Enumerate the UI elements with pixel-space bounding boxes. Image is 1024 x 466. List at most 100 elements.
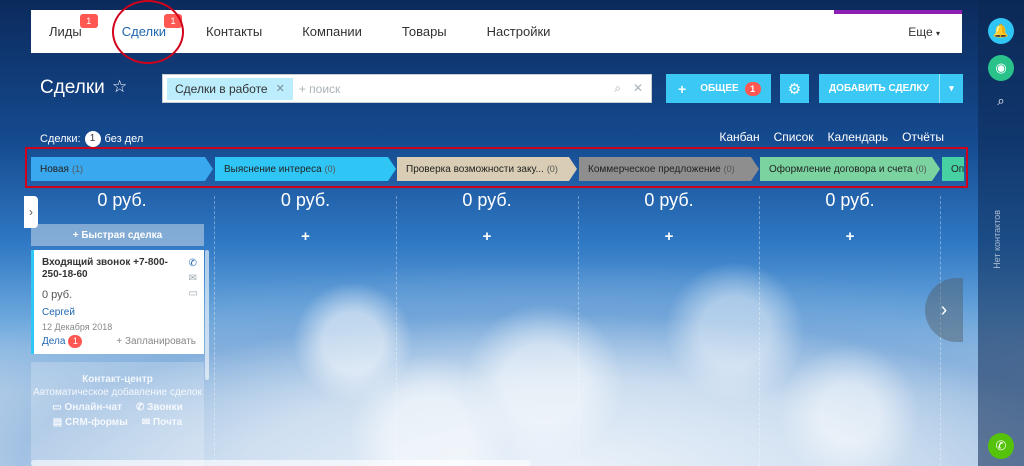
bell-icon[interactable]: 🔔: [988, 18, 1014, 44]
stage-check[interactable]: Проверка возможности заку... (0): [397, 157, 577, 181]
search-icon[interactable]: ⌕: [614, 81, 621, 96]
stage-offer[interactable]: Коммерческое предложение (0): [579, 157, 759, 181]
nav-item-label: Товары: [401, 24, 447, 39]
column-divider: [214, 196, 215, 466]
cc-item-label: Почта: [152, 417, 183, 428]
deal-card[interactable]: Входящий звонок +7-800-250-18-60 0 руб. …: [31, 250, 204, 354]
plus-icon: +: [678, 80, 687, 97]
no-contacts-label: Нет контактов: [992, 210, 1002, 269]
deal-sum: 0 руб.: [42, 289, 73, 301]
stage-count: (0): [324, 164, 336, 174]
cc-item-label: Онлайн-чат: [64, 402, 122, 413]
nav-item-label: Компании: [302, 24, 362, 39]
deals-summary: Сделки: 1 без дел: [40, 131, 143, 147]
nav-item-contacts[interactable]: Контакты: [206, 24, 262, 39]
deal-tasks-link[interactable]: Дела: [42, 336, 65, 347]
deal-contact[interactable]: Сергей: [42, 307, 196, 318]
contact-center-forms[interactable]: ▤ CRM-формы: [53, 417, 128, 428]
view-kanban[interactable]: Канбан: [719, 130, 759, 144]
add-column-deal-button[interactable]: +: [215, 228, 396, 245]
stage-name: Оп: [951, 163, 964, 175]
view-reports[interactable]: Отчёты: [902, 130, 944, 144]
stage-contract[interactable]: Оформление договора и счета (0): [760, 157, 940, 181]
settings-button[interactable]: ⚙: [780, 74, 809, 103]
column-divider: [759, 196, 760, 466]
chevron-down-icon[interactable]: ▾: [939, 74, 963, 103]
chat-icon[interactable]: ◉: [988, 55, 1014, 81]
chevron-down-icon: ▾: [935, 29, 940, 38]
nav-more-label: Еще: [908, 25, 933, 39]
search-input[interactable]: + поиск: [299, 82, 340, 96]
add-column-deal-button[interactable]: +: [760, 228, 940, 245]
contact-center-mail[interactable]: ✉ Почта: [142, 417, 182, 428]
stage-name: Коммерческое предложение: [588, 163, 721, 175]
nav-badge: 1: [79, 14, 98, 28]
filter-chip[interactable]: Сделки в работе ✕: [167, 77, 293, 100]
view-list[interactable]: Список: [774, 130, 814, 144]
schedule-link[interactable]: + Запланировать: [116, 336, 196, 347]
filter-search-box[interactable]: Сделки в работе ✕ + поиск ⌕ ✕: [162, 74, 652, 103]
nav-item-leads[interactable]: Лиды 1: [49, 14, 98, 39]
chat-icon[interactable]: ▭: [189, 288, 198, 299]
cc-item-label: CRM-формы: [65, 417, 128, 428]
column-divider: [396, 196, 397, 466]
phone-icon[interactable]: ✆: [189, 258, 198, 269]
column-sum: 0 руб.: [825, 190, 875, 210]
stage-count: (0): [546, 164, 558, 174]
nav-more-menu[interactable]: Еще ▾: [908, 25, 940, 39]
general-button[interactable]: + ОБЩЕЕ 1: [666, 74, 771, 103]
nav-item-products[interactable]: Товары: [402, 24, 447, 39]
phone-icon[interactable]: ✆: [988, 433, 1014, 459]
general-button-label: ОБЩЕЕ: [700, 83, 739, 94]
add-deal-button[interactable]: ДОБАВИТЬ СДЕЛКУ ▾: [819, 74, 963, 103]
nav-item-label: Настройки: [486, 24, 551, 39]
column-sum: 0 руб.: [644, 190, 694, 210]
stage-name: Оформление договора и счета: [769, 163, 913, 175]
phone-icon: ✆: [135, 402, 145, 413]
stage-new[interactable]: Новая (1): [31, 157, 213, 181]
stage-count: (0): [915, 164, 927, 174]
add-column-deal-button[interactable]: +: [397, 228, 577, 245]
deal-title[interactable]: Входящий звонок +7-800-250-18-60: [42, 257, 177, 281]
stage-interest[interactable]: Выяснение интереса (0): [215, 157, 396, 181]
contact-center-calls[interactable]: ✆ Звонки: [136, 402, 183, 413]
add-deal-label: ДОБАВИТЬ СДЕЛКУ: [829, 83, 929, 94]
filter-chip-label: Сделки в работе: [175, 81, 268, 96]
search-icon[interactable]: ⌕: [988, 88, 1014, 114]
chevron-right-icon[interactable]: ›: [24, 196, 38, 228]
cc-item-label: Звонки: [147, 402, 183, 413]
nav-item-settings[interactable]: Настройки: [487, 24, 551, 39]
deal-date: 12 Декабря 2018: [42, 322, 113, 332]
contact-center-chat[interactable]: ▭ Онлайн-чат: [52, 402, 122, 413]
nav-item-label: Контакты: [206, 24, 263, 39]
view-calendar[interactable]: Календарь: [828, 130, 889, 144]
contact-center-title: Контакт-центр: [82, 374, 153, 385]
add-column-deal-button[interactable]: +: [579, 228, 759, 245]
scroll-right-button[interactable]: ›: [925, 278, 963, 342]
quick-deal-button[interactable]: + Быстрая сделка: [31, 224, 204, 246]
contact-center-panel: Контакт-центр Автоматическое добавление …: [31, 362, 204, 466]
star-icon[interactable]: ☆: [112, 77, 127, 97]
column-sum: 0 руб.: [97, 190, 147, 210]
top-navigation: Лиды 1 Сделки 1 Контакты Компании Товары…: [31, 10, 962, 53]
column-scrollbar[interactable]: [205, 250, 209, 380]
column-sum: 0 руб.: [462, 190, 512, 210]
chat-icon: ▭: [52, 402, 62, 413]
general-count-badge: 1: [744, 81, 761, 96]
stage-name: Выяснение интереса: [224, 163, 322, 175]
nav-badge: 1: [164, 14, 183, 28]
clear-icon[interactable]: ✕: [633, 81, 643, 96]
stage-payment[interactable]: Оп: [942, 157, 964, 181]
form-icon: ▤: [52, 417, 63, 428]
nav-item-companies[interactable]: Компании: [302, 24, 362, 39]
nav-item-deals[interactable]: Сделки 1: [121, 14, 183, 39]
page-title: Сделки: [40, 77, 105, 98]
background-clouds: [200, 260, 964, 466]
horizontal-scrollbar[interactable]: [31, 460, 531, 466]
column-sum: 0 руб.: [280, 190, 331, 210]
deals-summary-count[interactable]: 1: [84, 131, 101, 147]
nav-item-label: Сделки: [121, 24, 167, 39]
column-divider: [578, 196, 579, 466]
close-icon[interactable]: ✕: [276, 82, 285, 95]
mail-icon[interactable]: ✉: [189, 273, 198, 284]
